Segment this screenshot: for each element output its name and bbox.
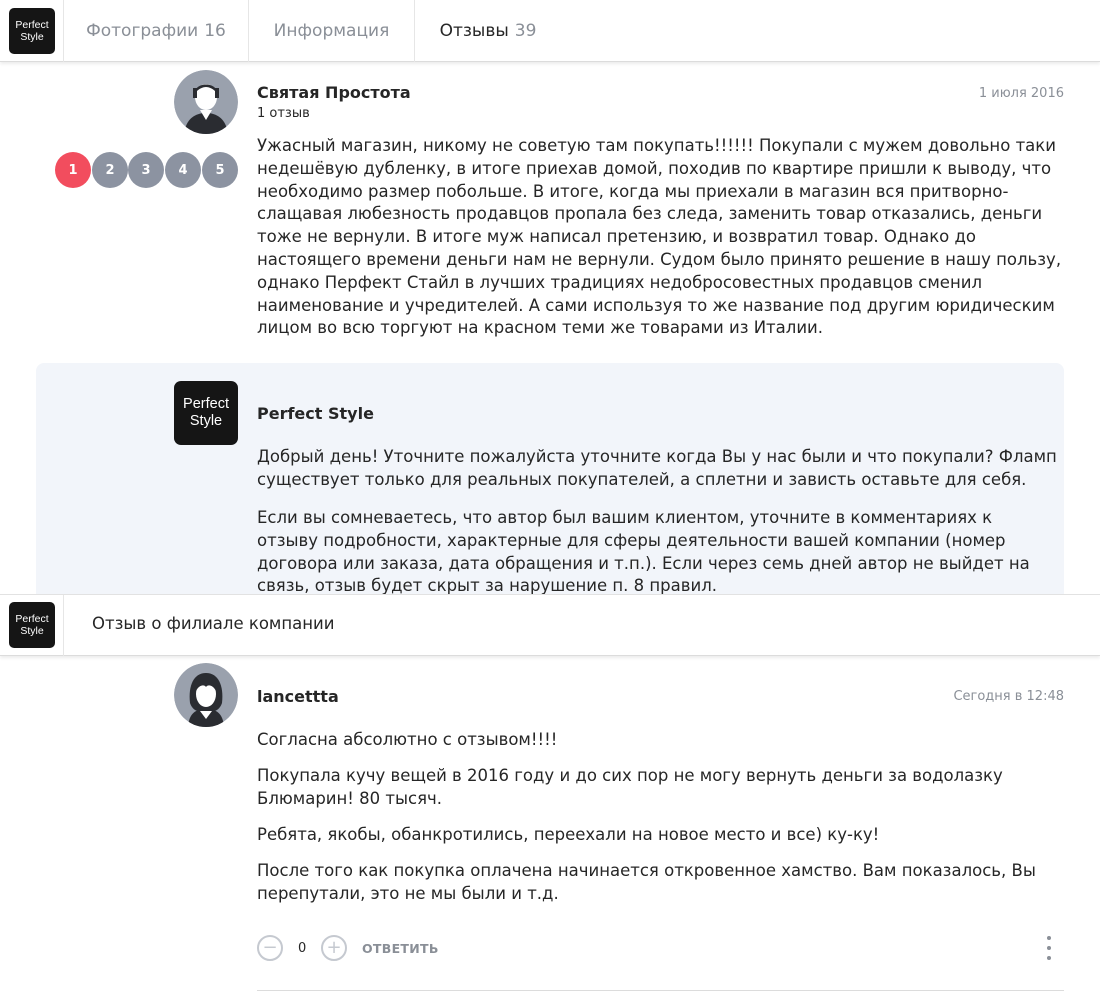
vote-down-button[interactable]: − [257, 935, 283, 961]
vote-count: 0 [298, 941, 307, 956]
review2-paragraph-2: Покупала кучу вещей в 2016 году и до сих… [257, 766, 1003, 808]
rating-dot-1: 1 [55, 152, 91, 188]
review2-paragraph-1: Согласна абсолютно с отзывом!!!! [257, 730, 558, 749]
reviewer-name-2[interactable]: lancettta [257, 687, 339, 706]
company-logo[interactable]: Perfect Style [174, 381, 238, 445]
brand-logo[interactable]: Perfect Style [9, 8, 55, 54]
brand-logo-2-line2: Style [20, 625, 44, 637]
brand-logo-line1: Perfect [15, 19, 49, 31]
top-navigation: Perfect Style Фотографии 16 Информация О… [0, 0, 1100, 62]
brand-logo-cell-2[interactable]: Perfect Style [0, 595, 64, 656]
review2-paragraph-3: Ребята, якобы, обанкротились, переехали … [257, 825, 880, 844]
rating-dot-2: 2 [92, 152, 128, 188]
reply-button[interactable]: ОТВЕТИТЬ [362, 941, 439, 956]
more-options-icon[interactable] [1045, 936, 1053, 960]
company-logo-line1: Perfect [183, 396, 229, 412]
reviewer-avatar-male-icon[interactable] [174, 70, 238, 134]
branch-header: Perfect Style Отзыв о филиале компании [0, 594, 1100, 656]
brand-logo-line2: Style [20, 31, 44, 43]
brand-logo-2[interactable]: Perfect Style [9, 602, 55, 648]
rating-dot-3: 3 [128, 152, 164, 188]
tab-reviews[interactable]: Отзывы 39 [415, 0, 561, 62]
tab-reviews-count: 39 [514, 21, 537, 41]
company-logo-line2: Style [189, 413, 223, 429]
reviewer-reviews-count[interactable]: 1 отзыв [257, 106, 310, 121]
minus-icon: − [262, 937, 278, 958]
tab-information-label: Информация [273, 21, 390, 41]
review-date-2: Сегодня в 12:48 [953, 689, 1064, 704]
review-page: Perfect Style Фотографии 16 Информация О… [0, 0, 1100, 594]
rating-dot-5: 5 [202, 152, 238, 188]
vote-up-button[interactable]: + [321, 935, 347, 961]
reviewer-name[interactable]: Святая Простота [257, 83, 411, 102]
reply-paragraph-1: Добрый день! Уточните пожалуйста уточнит… [257, 447, 1057, 489]
brand-logo-2-line1: Perfect [15, 613, 49, 625]
plus-icon: + [326, 937, 342, 958]
tab-photos-count: 16 [204, 21, 226, 41]
reply-paragraph-2: Если вы сомневаетесь, что автор был ваши… [257, 508, 1030, 594]
reviewer-avatar-female-icon[interactable] [174, 663, 238, 727]
branch-review-title: Отзыв о филиале компании [92, 614, 335, 633]
review-date: 1 июля 2016 [978, 86, 1064, 101]
tab-photos[interactable]: Фотографии 16 [64, 0, 249, 62]
tab-reviews-label: Отзывы [439, 21, 509, 41]
review2-paragraph-4: После того как покупка оплачена начинает… [257, 861, 1036, 903]
tab-photos-label: Фотографии [86, 21, 199, 41]
tab-information[interactable]: Информация [249, 0, 415, 62]
company-name[interactable]: Perfect Style [257, 404, 374, 423]
brand-logo-cell[interactable]: Perfect Style [0, 0, 64, 62]
review-text: Ужасный магазин, никому не советую там п… [257, 136, 1062, 338]
rating-dot-4: 4 [165, 152, 201, 188]
branch-review-page: Perfect Style Отзыв о филиале компании l… [0, 594, 1100, 991]
